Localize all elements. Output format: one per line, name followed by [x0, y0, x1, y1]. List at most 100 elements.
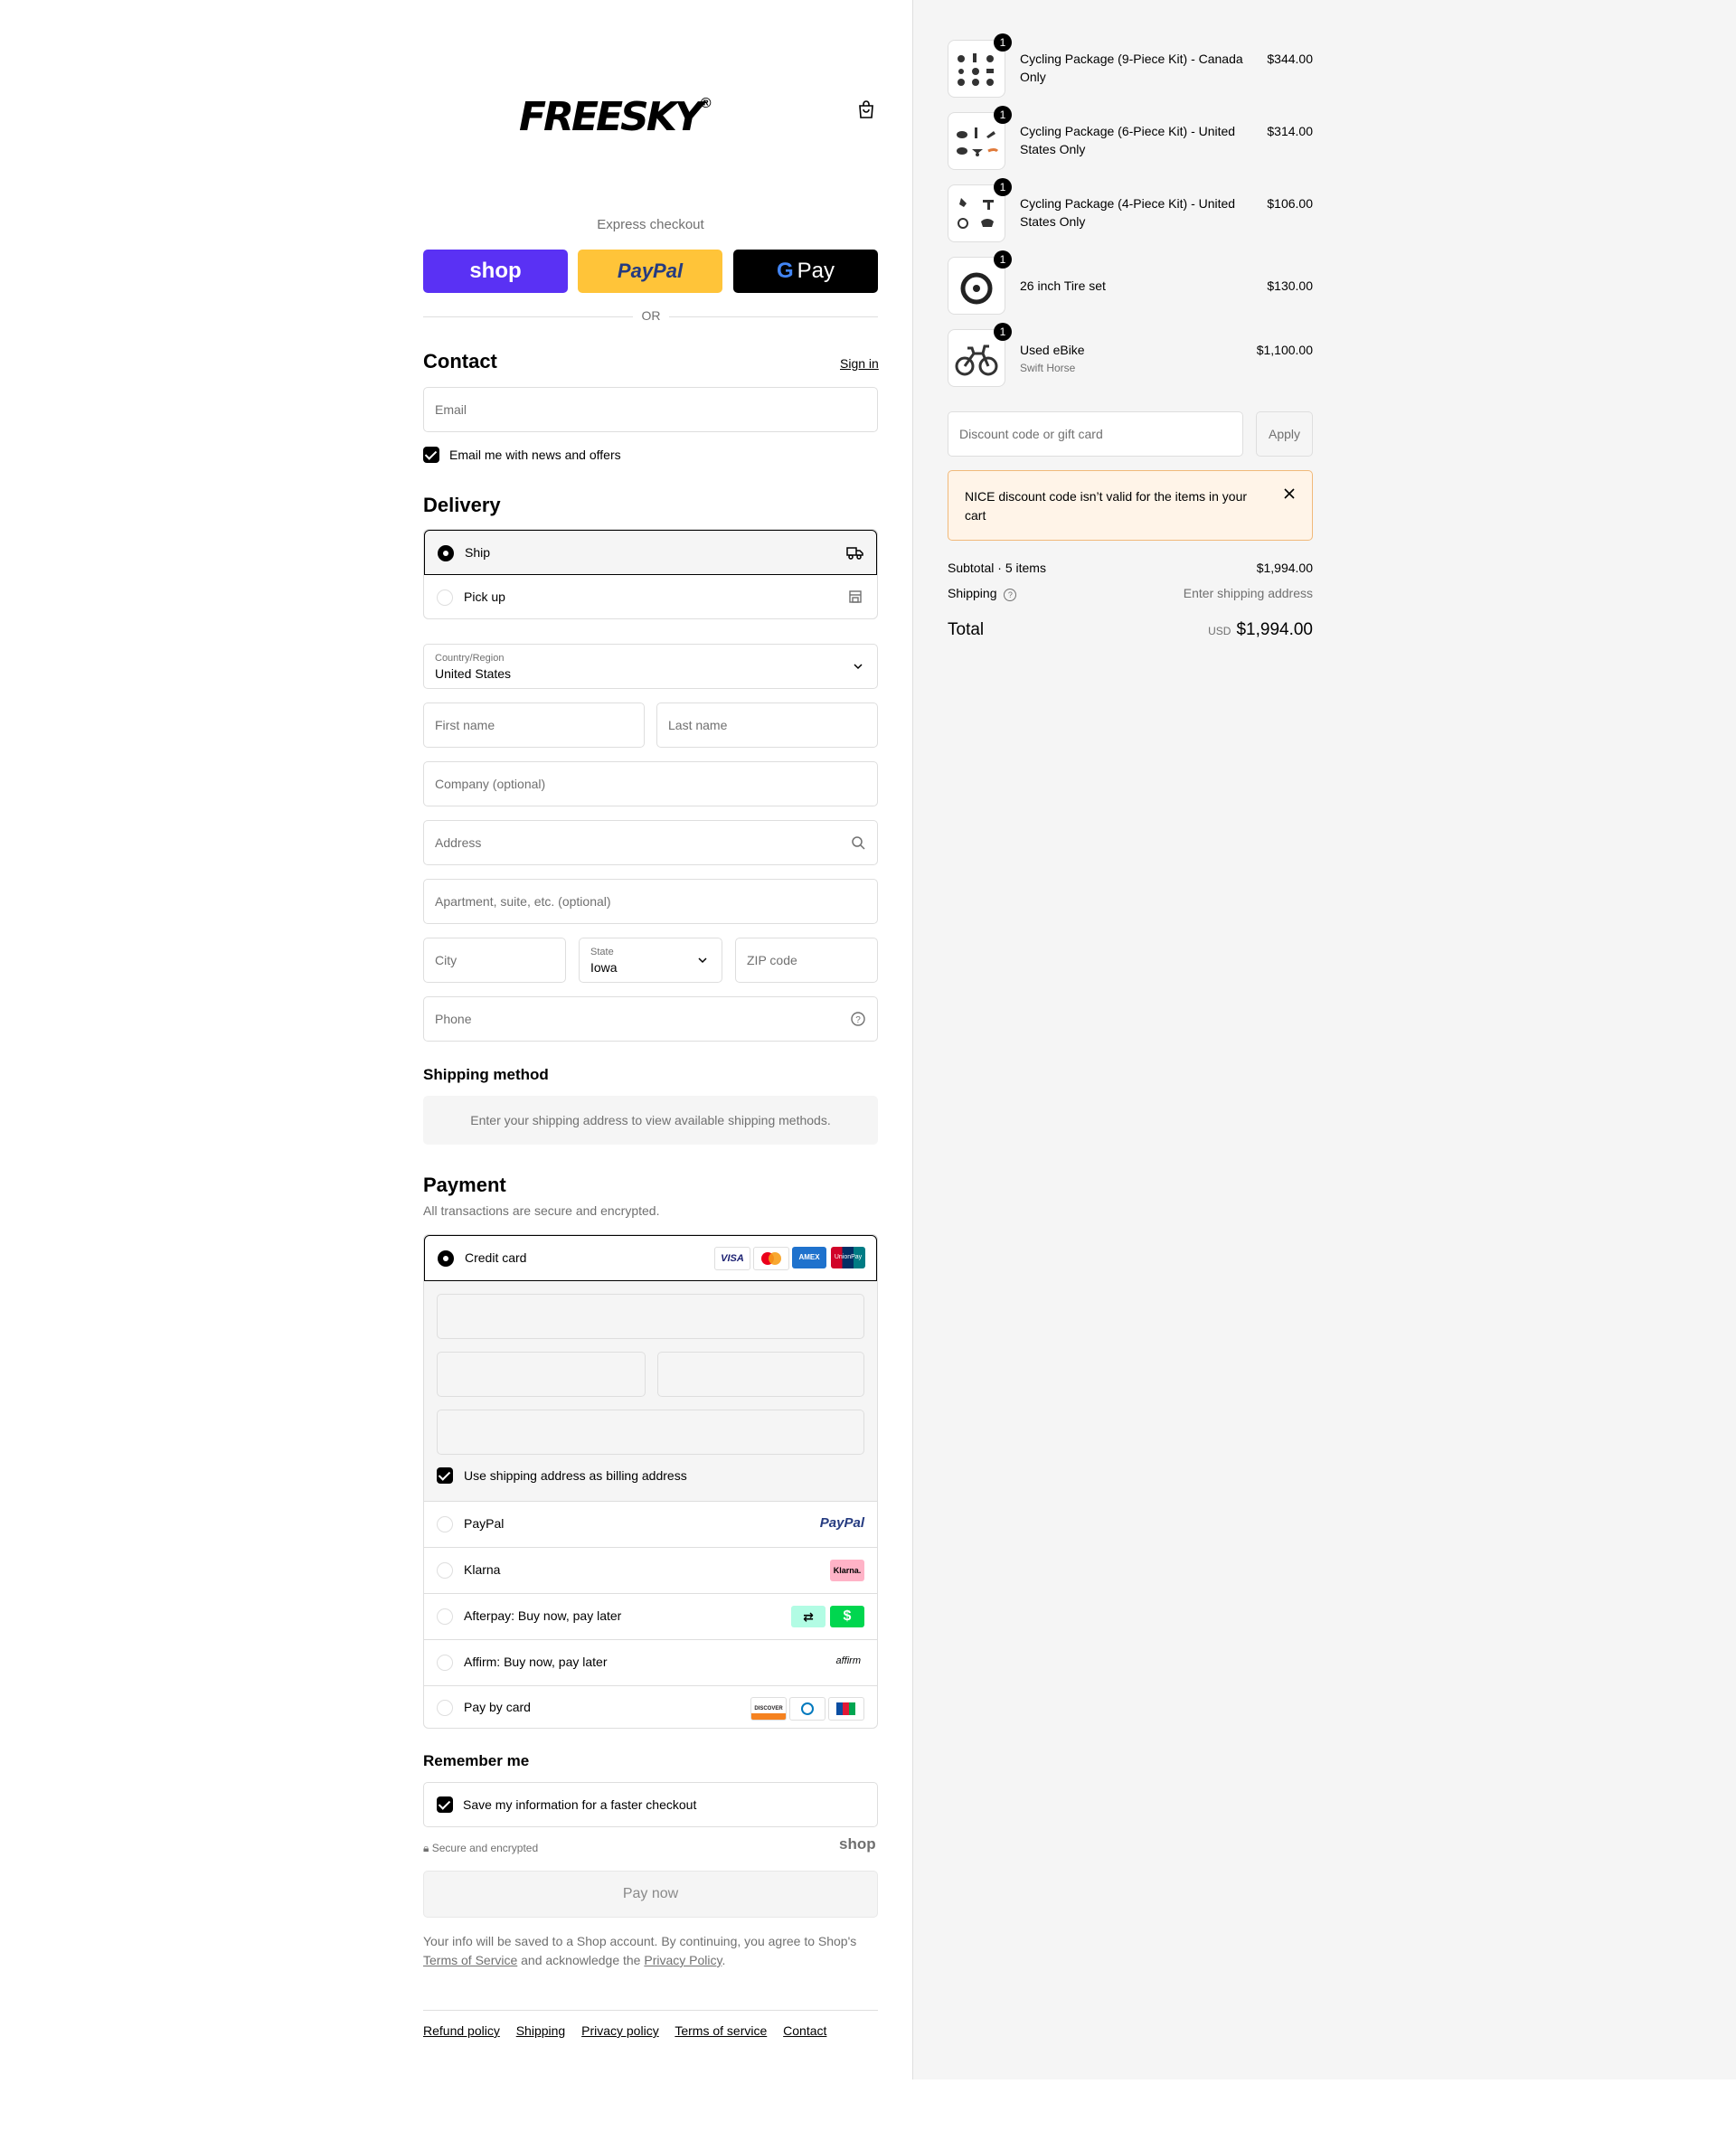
quantity-badge: 1: [994, 323, 1012, 341]
payment-subtitle: All transactions are secure and encrypte…: [423, 1203, 660, 1218]
delivery-option-pickup[interactable]: Pick up: [424, 575, 877, 620]
discount-placeholder: Discount code or gift card: [959, 427, 1103, 441]
company-placeholder: Company (optional): [435, 777, 546, 791]
chevron-down-icon: [698, 957, 707, 964]
total-label: Total: [948, 620, 985, 639]
state-select[interactable]: State Iowa: [579, 938, 722, 983]
total-row: Total USD $1,994.00: [948, 620, 1313, 647]
pay-now-button[interactable]: Pay now: [423, 1871, 878, 1918]
shipping-value: Enter shipping address: [1183, 586, 1313, 600]
shop-pay-button[interactable]: shop: [423, 250, 568, 293]
amex-icon: AMEX: [792, 1247, 826, 1268]
legal-line1: Your info will be saved to a Shop accoun…: [423, 1934, 857, 1948]
sign-in-link[interactable]: Sign in: [840, 356, 879, 371]
freesky-logo[interactable]: FREESKY®: [519, 96, 783, 139]
afterpay-radio[interactable]: [437, 1608, 453, 1625]
delivery-options: Ship Pick up: [423, 529, 878, 619]
email-placeholder: Email: [435, 402, 467, 417]
item-name: Cycling Package (6-Piece Kit) - United S…: [1020, 124, 1236, 156]
apartment-field[interactable]: Apartment, suite, etc. (optional): [423, 879, 878, 924]
news-checkbox[interactable]: [423, 447, 439, 463]
save-info-checkbox[interactable]: [437, 1796, 453, 1813]
pay-by-card-label: Pay by card: [464, 1700, 531, 1714]
affirm-radio[interactable]: [437, 1655, 453, 1671]
payment-option-credit-card[interactable]: Credit card VISA AMEX UnionPay: [424, 1235, 877, 1281]
card-number-field[interactable]: [437, 1294, 864, 1339]
payment-option-affirm[interactable]: Affirm: Buy now, pay later affirm: [424, 1640, 877, 1686]
payment-option-klarna[interactable]: Klarna Klarna.: [424, 1548, 877, 1594]
help-icon[interactable]: ?: [1004, 589, 1017, 601]
apartment-placeholder: Apartment, suite, etc. (optional): [435, 894, 611, 909]
product-image: 1: [948, 33, 1012, 98]
truck-icon: [846, 547, 863, 560]
item-price: $344.00: [1267, 52, 1313, 66]
product-image: 1: [948, 178, 1012, 242]
ship-radio[interactable]: [438, 545, 454, 561]
shipping-link[interactable]: Shipping: [516, 2023, 566, 2038]
card-expiry-field[interactable]: [437, 1352, 646, 1397]
zip-field[interactable]: ZIP code: [735, 938, 878, 983]
terms-of-service-link[interactable]: Terms of Service: [423, 1953, 517, 1967]
credit-card-radio[interactable]: [438, 1250, 454, 1267]
first-name-field[interactable]: First name: [423, 703, 645, 748]
close-icon[interactable]: [1283, 487, 1296, 500]
discover-icon: DISCOVER: [750, 1697, 787, 1721]
last-name-field[interactable]: Last name: [656, 703, 878, 748]
legal-notice: Your info will be saved to a Shop accoun…: [423, 1932, 878, 1970]
paypal-option-label: PayPal: [464, 1516, 505, 1531]
item-price: $106.00: [1267, 196, 1313, 211]
google-pay-button[interactable]: G Pay: [733, 250, 878, 293]
card-name-field[interactable]: [437, 1410, 864, 1455]
ship-label: Ship: [465, 545, 491, 560]
contact-link[interactable]: Contact: [783, 2023, 826, 2038]
payment-title: Payment: [423, 1174, 506, 1196]
payment-option-paypal[interactable]: PayPal PayPal: [424, 1502, 877, 1548]
secure-label: Secure and encrypted: [431, 1842, 539, 1854]
express-checkout-title: Express checkout: [597, 217, 704, 232]
address-field[interactable]: Address: [423, 820, 878, 865]
paypal-logo-icon: PayPal: [819, 1515, 864, 1531]
discount-code-field[interactable]: Discount code or gift card: [948, 411, 1243, 457]
refund-policy-link[interactable]: Refund policy: [423, 2023, 500, 2038]
paypal-radio[interactable]: [437, 1516, 453, 1532]
legal-middle: and acknowledge the: [521, 1953, 641, 1967]
terms-of-service-footer-link[interactable]: Terms of service: [675, 2023, 767, 2038]
cart-item: 1 Cycling Package (9-Piece Kit) - Canada…: [948, 33, 1313, 98]
item-name: Cycling Package (9-Piece Kit) - Canada O…: [1020, 52, 1243, 84]
payment-option-pay-by-card[interactable]: Pay by card DISCOVER: [424, 1686, 877, 1730]
credit-card-form: Use shipping address as billing address: [424, 1281, 877, 1502]
apply-discount-button[interactable]: Apply: [1256, 411, 1313, 457]
cart-icon[interactable]: [857, 99, 875, 119]
pay-by-card-radio[interactable]: [437, 1700, 453, 1716]
phone-field[interactable]: Phone ?: [423, 996, 878, 1042]
privacy-policy-footer-link[interactable]: Privacy policy: [581, 2023, 659, 2038]
payment-option-afterpay[interactable]: Afterpay: Buy now, pay later ⇄ $: [424, 1594, 877, 1640]
diners-icon: [789, 1697, 826, 1721]
klarna-logo-icon: Klarna.: [830, 1560, 864, 1581]
registered-mark: ®: [700, 96, 712, 111]
pickup-label: Pick up: [464, 589, 505, 604]
privacy-policy-link[interactable]: Privacy Policy: [644, 1953, 722, 1967]
country-select[interactable]: Country/Region United States: [423, 644, 878, 689]
company-field[interactable]: Company (optional): [423, 761, 878, 806]
delivery-option-ship[interactable]: Ship: [424, 530, 877, 575]
google-g-icon: G: [776, 259, 794, 283]
shipping-row: Shipping ? Enter shipping address: [948, 586, 1313, 601]
email-field[interactable]: Email: [423, 387, 878, 432]
affirm-logo-icon: affirm: [835, 1655, 862, 1666]
paypal-button[interactable]: PayPal: [578, 250, 722, 293]
city-field[interactable]: City: [423, 938, 566, 983]
news-checkbox-label: Email me with news and offers: [449, 448, 621, 462]
billing-same-checkbox[interactable]: [437, 1467, 453, 1484]
klarna-radio[interactable]: [437, 1562, 453, 1579]
search-icon: [852, 836, 865, 850]
secure-encrypted-note: 🔒︎ Secure and encrypted: [423, 1842, 538, 1855]
help-icon[interactable]: ?: [850, 1011, 866, 1027]
card-cvv-field[interactable]: [657, 1352, 864, 1397]
credit-card-label: Credit card: [465, 1250, 527, 1265]
item-price: $1,100.00: [1256, 343, 1313, 357]
visa-icon: VISA: [714, 1247, 750, 1270]
save-info-label: Save my information for a faster checkou…: [463, 1797, 697, 1812]
pickup-radio[interactable]: [437, 589, 453, 606]
cart-item: 1 Cycling Package (4-Piece Kit) - United…: [948, 178, 1313, 242]
